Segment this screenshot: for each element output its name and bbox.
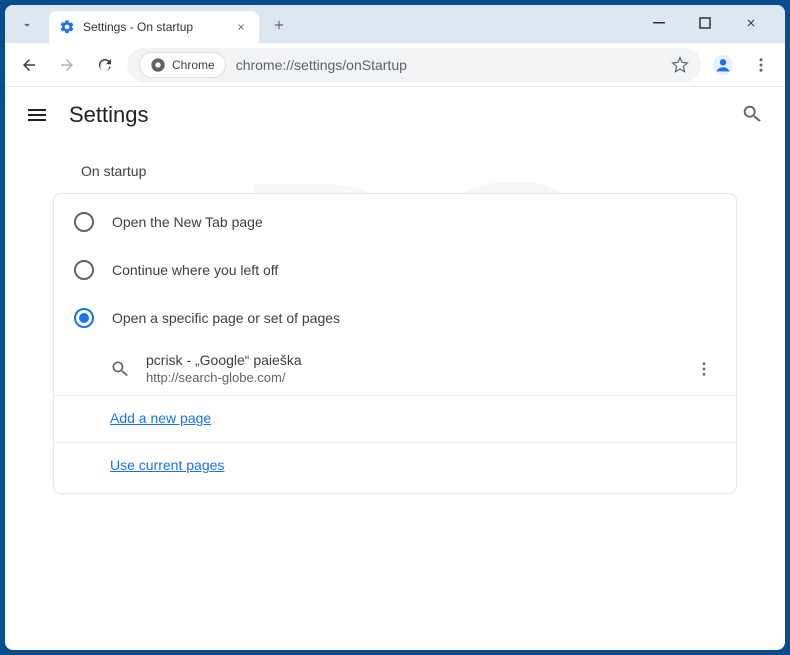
settings-header: Settings	[5, 87, 785, 143]
radio-icon-selected	[74, 308, 94, 328]
browser-tab[interactable]: Settings - On startup	[49, 11, 259, 43]
radio-option-newtab[interactable]: Open the New Tab page	[54, 198, 736, 246]
gear-icon	[59, 19, 75, 35]
use-current-row[interactable]: Use current pages	[54, 443, 736, 489]
reload-button[interactable]	[89, 49, 121, 81]
page-url-text: http://search-globe.com/	[146, 370, 676, 385]
startup-card: Open the New Tab page Continue where you…	[53, 193, 737, 494]
close-window-button[interactable]	[737, 9, 765, 37]
browser-menu-button[interactable]	[745, 49, 777, 81]
profile-avatar[interactable]	[707, 49, 739, 81]
add-page-row[interactable]: Add a new page	[54, 396, 736, 443]
new-tab-button[interactable]	[265, 11, 293, 39]
radio-label: Continue where you left off	[112, 262, 278, 278]
settings-content: On startup Open the New Tab page Continu…	[5, 143, 785, 650]
maximize-button[interactable]	[691, 9, 719, 37]
startup-page-row: pcrisk - „Google“ paieška http://search-…	[54, 342, 736, 396]
page-overflow-menu[interactable]	[692, 357, 716, 381]
radio-icon	[74, 212, 94, 232]
tab-bar: Settings - On startup	[5, 5, 785, 43]
add-page-link[interactable]: Add a new page	[110, 410, 211, 426]
address-bar[interactable]: Chrome chrome://settings/onStartup	[127, 48, 701, 82]
page-info: pcrisk - „Google“ paieška http://search-…	[146, 352, 676, 385]
close-tab-icon[interactable]	[233, 19, 249, 35]
radio-icon	[74, 260, 94, 280]
search-settings-icon[interactable]	[741, 103, 765, 127]
browser-toolbar: Chrome chrome://settings/onStartup	[5, 43, 785, 87]
radio-label: Open a specific page or set of pages	[112, 310, 340, 326]
chrome-chip[interactable]: Chrome	[139, 52, 226, 78]
url-text: chrome://settings/onStartup	[236, 57, 661, 73]
section-label: On startup	[81, 163, 737, 179]
page-title-text: pcrisk - „Google“ paieška	[146, 352, 676, 368]
tab-title: Settings - On startup	[83, 20, 225, 34]
bookmark-star-icon[interactable]	[671, 56, 689, 74]
radio-label: Open the New Tab page	[112, 214, 263, 230]
back-button[interactable]	[13, 49, 45, 81]
chrome-chip-label: Chrome	[172, 58, 215, 72]
use-current-link[interactable]: Use current pages	[110, 457, 224, 473]
tab-search-dropdown[interactable]	[13, 11, 41, 39]
radio-option-specific[interactable]: Open a specific page or set of pages	[54, 294, 736, 342]
forward-button[interactable]	[51, 49, 83, 81]
menu-icon[interactable]	[25, 103, 49, 127]
radio-option-continue[interactable]: Continue where you left off	[54, 246, 736, 294]
minimize-button[interactable]	[645, 9, 673, 37]
search-icon	[110, 359, 130, 379]
window-controls	[645, 9, 777, 37]
page-title: Settings	[69, 102, 149, 128]
